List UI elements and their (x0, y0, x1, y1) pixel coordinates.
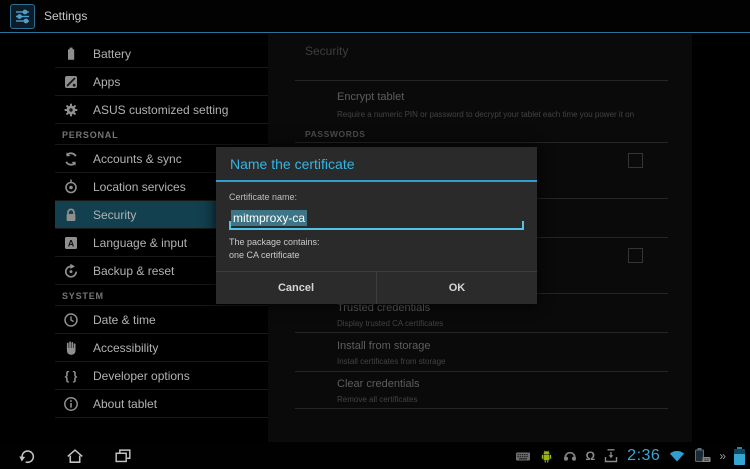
settings-app-icon[interactable] (10, 4, 35, 29)
backup-restore-icon (62, 262, 80, 280)
gear-icon (62, 101, 80, 119)
dialog-title: Name the certificate (216, 147, 537, 180)
apps-icon (62, 73, 80, 91)
clock-icon (62, 311, 80, 329)
package-contents-text: The package contains: one CA certificate (229, 236, 524, 271)
lock-icon (62, 206, 80, 224)
sync-icon (62, 150, 80, 168)
battery-status-icon (734, 447, 745, 465)
sidebar-item-label: Security (93, 208, 136, 222)
item-subtitle: Remove all certificates (337, 395, 417, 404)
chevrons-icon: » (719, 449, 726, 463)
section-header-personal: PERSONAL (55, 124, 268, 145)
sidebar-item-accessibility[interactable]: Accessibility (55, 334, 268, 362)
language-icon: A (62, 234, 80, 252)
home-icon (65, 446, 85, 466)
keyboard-icon (515, 448, 531, 464)
back-button[interactable] (16, 445, 38, 467)
name-certificate-dialog: Name the certificate Certificate name: m… (216, 147, 537, 304)
sidebar-item-label: Developer options (93, 369, 190, 383)
divider (295, 80, 668, 81)
sidebar-item-label: About tablet (93, 397, 157, 411)
sliders-icon (14, 8, 31, 25)
ok-button[interactable]: OK (376, 272, 537, 304)
sidebar-item-label: Location services (93, 180, 186, 194)
cancel-button[interactable]: Cancel (216, 272, 376, 304)
install-tray-icon (603, 448, 619, 464)
sidebar-item-date-time[interactable]: Date & time (55, 306, 268, 334)
recent-apps-button[interactable] (112, 445, 134, 467)
headset-icon: Ω (586, 449, 596, 463)
recents-icon (113, 446, 133, 466)
svg-text:A: A (68, 238, 75, 248)
sidebar-item-label: Date & time (93, 313, 156, 327)
panel-title: Security (305, 44, 348, 58)
input-selected-text: mitmproxy-ca (231, 210, 307, 226)
sidebar-item-label: Language & input (93, 236, 187, 250)
item-title: Clear credentials (337, 378, 420, 390)
headphones-icon (562, 448, 578, 464)
item-title: Install from storage (337, 340, 431, 352)
action-bar: Settings (0, 0, 750, 33)
checkbox-icon[interactable] (628, 153, 643, 168)
item-subtitle: Display trusted CA certificates (337, 319, 443, 328)
home-button[interactable] (64, 445, 86, 467)
sidebar-item-label: Apps (93, 75, 120, 89)
divider (295, 371, 668, 372)
battery-icon (62, 45, 80, 63)
braces-icon: { } (62, 367, 80, 385)
clock-time: 2:36 (627, 447, 660, 465)
sidebar-item-about-tablet[interactable]: About tablet (55, 390, 268, 418)
divider (295, 408, 668, 409)
sidebar-item-label: Battery (93, 47, 131, 61)
checkbox-icon[interactable] (628, 248, 643, 263)
sidebar-item-label: Accessibility (93, 341, 158, 355)
item-subtitle: Install certificates from storage (337, 357, 445, 366)
sidebar-item-label: Backup & reset (93, 264, 174, 278)
sidebar-item-label: ASUS customized setting (93, 103, 228, 117)
sidebar-item-apps[interactable]: Apps (55, 68, 268, 96)
system-bar: Ω 2:36 » (0, 442, 750, 469)
hand-icon (62, 339, 80, 357)
certificate-name-label: Certificate name: (229, 192, 524, 202)
dock-battery-icon (694, 447, 711, 464)
info-icon (62, 395, 80, 413)
item-subtitle: Require a numeric PIN or password to dec… (337, 110, 634, 119)
certificate-name-input[interactable]: mitmproxy-ca (229, 209, 524, 230)
sidebar-item-asus-customized-setting[interactable]: ASUS customized setting (55, 96, 268, 124)
page-title: Settings (44, 9, 87, 23)
section-header-passwords: PASSWORDS (305, 129, 366, 139)
location-icon (62, 178, 80, 196)
sidebar-item-developer-options[interactable]: { } Developer options (55, 362, 268, 390)
item-title: Encrypt tablet (337, 91, 404, 103)
sidebar-item-battery[interactable]: Battery (55, 40, 268, 68)
adb-android-icon (539, 448, 554, 464)
back-icon (17, 446, 37, 466)
sidebar-item-label: Accounts & sync (93, 152, 182, 166)
status-area[interactable]: Ω 2:36 » (515, 442, 745, 469)
divider (295, 142, 668, 143)
wifi-icon (668, 448, 686, 463)
android-settings-screen: Settings Battery Apps ASUS customized s (0, 0, 750, 469)
divider (295, 332, 668, 333)
